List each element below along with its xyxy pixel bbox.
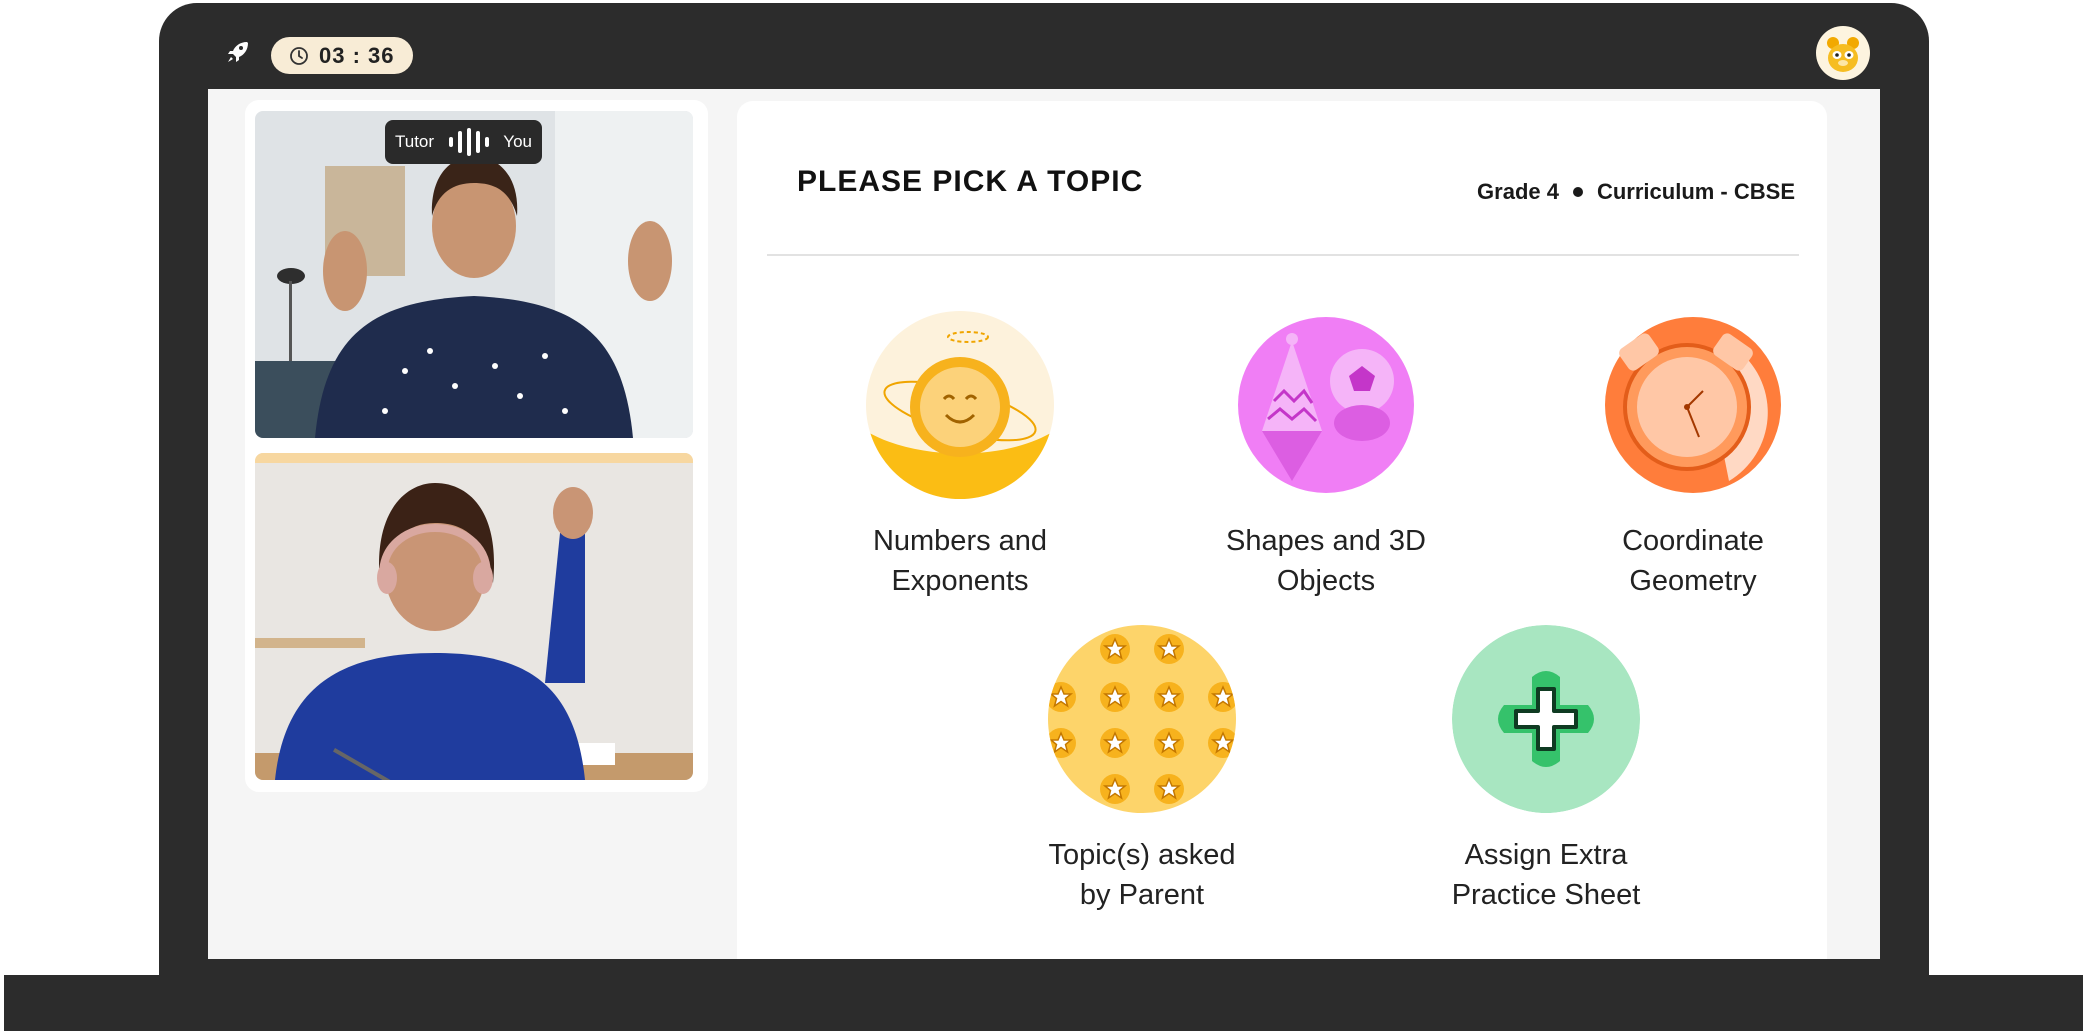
topic-label: Assign Extra Practice Sheet	[1451, 839, 1641, 911]
you-label: You	[503, 132, 532, 151]
topic-label: Numbers and Exponents	[872, 525, 1048, 597]
voice-activity-indicator: Tutor You	[385, 120, 542, 164]
session-timer: 03 : 36	[271, 37, 413, 74]
topic-picker-panel: PLEASE PICK A TOPIC Grade 4 Curriculum -…	[737, 101, 1827, 959]
audio-wave-icon	[448, 128, 489, 156]
topic-label: Coordinate Geometry	[1622, 525, 1764, 597]
laptop-base	[4, 975, 2083, 1031]
topic-coordinate-geometry[interactable]: Coordinate Geometry	[1563, 311, 1823, 601]
curriculum-label: Curriculum - CBSE	[1596, 179, 1795, 204]
assign-extra-practice-sheet[interactable]: Assign Extra Practice Sheet	[1416, 625, 1676, 915]
smiling-coin-icon	[866, 311, 1054, 499]
app-screen: Tutor You PLEASE PICK A TOPIC Grade 4 Cu…	[208, 89, 1880, 959]
party-hat-and-ball-icon	[1232, 311, 1420, 499]
clock-icon	[290, 46, 308, 65]
top-bar: 03 : 36	[208, 3, 1880, 89]
page-title: PLEASE PICK A TOPIC	[797, 165, 1144, 198]
separator-dot	[1572, 187, 1583, 197]
topic-label: Topic(s) asked by Parent	[1048, 839, 1236, 911]
class-info: Grade 4 Curriculum - CBSE	[1477, 179, 1795, 205]
student-video	[255, 453, 693, 780]
grade-label: Grade 4	[1477, 179, 1559, 204]
tutor-label: Tutor	[395, 132, 435, 151]
tutor-video: Tutor You	[255, 111, 693, 438]
stars-icon	[1048, 625, 1236, 813]
header-divider	[767, 254, 1799, 256]
timer-value: 03 : 36	[319, 42, 395, 68]
user-avatar[interactable]	[1816, 26, 1870, 80]
video-call-panel: Tutor You	[245, 100, 708, 792]
rocket-icon[interactable]	[225, 39, 251, 65]
student-video-image	[255, 453, 693, 780]
bear-mascot-icon	[1827, 37, 1859, 72]
topic-label: Shapes and 3D Objects	[1226, 525, 1426, 597]
alarm-clock-icon	[1599, 311, 1787, 499]
topic-asked-by-parent[interactable]: Topic(s) asked by Parent	[1012, 625, 1272, 915]
topic-shapes-and-3d-objects[interactable]: Shapes and 3D Objects	[1196, 311, 1456, 601]
topic-numbers-and-exponents[interactable]: Numbers and Exponents	[830, 311, 1090, 601]
plus-icon	[1452, 625, 1640, 813]
